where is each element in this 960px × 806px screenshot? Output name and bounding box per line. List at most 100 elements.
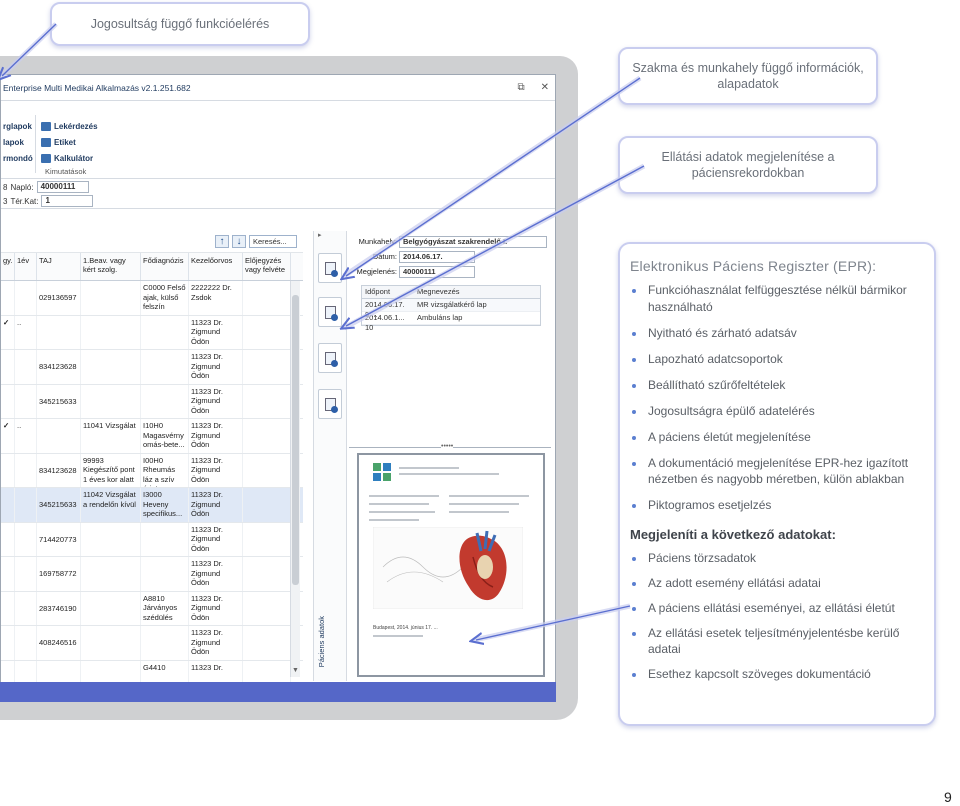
row-check-icon [1, 488, 15, 522]
table-row[interactable]: ✓.. 11323 Dr. Zigmund Ödön [1, 315, 303, 350]
scrollbar-thumb[interactable] [292, 295, 299, 585]
col-header[interactable]: Megnevezés [414, 286, 540, 298]
diag-cell [141, 522, 189, 556]
panel-splitter[interactable]: ••••• [349, 443, 551, 450]
grid-vertical-scrollbar[interactable]: ▼ [290, 281, 300, 677]
beav-cell: 99993 Kiegészítő pont 1 éves kor alatt [81, 453, 141, 487]
terkat-field[interactable]: 1 [41, 195, 94, 207]
horizontal-scrollbar[interactable] [0, 682, 556, 702]
feature-item: A dokumentáció megjelenítése EPR-hez iga… [630, 455, 924, 488]
event-name: MR vizsgálatkérő lap [417, 300, 487, 309]
ribbon-button-lekerdezes[interactable]: Lekérdezés [41, 119, 98, 135]
query-icon [41, 122, 51, 132]
eloj-cell [243, 453, 291, 487]
table-row[interactable]: 029136597 C0000 Felső ajak, külső felszín… [1, 281, 303, 316]
feature-item: A páciens életút megjelenítése [630, 429, 924, 446]
col-header[interactable]: Kezelőorvos [189, 253, 243, 280]
taj-cell: 169758772 [37, 557, 81, 591]
table-row[interactable]: 345215633 11042 Vizsgálat a rendelőn kívü… [1, 488, 303, 523]
ribbon-group-label: Kimutatások [45, 167, 87, 176]
table-row[interactable]: 345215633 11323 Dr. Zigmund Ödön [1, 384, 303, 419]
ribbon-button-etiket[interactable]: Etiket [41, 135, 98, 151]
maximize-icon[interactable]: ⧉ [517, 82, 524, 93]
events-table: Időpont Megnevezés 2014.06.17. 9:... MR … [361, 285, 541, 332]
patient-record-tab-icon[interactable] [318, 253, 342, 283]
col-header[interactable]: Előjegyzés vagy felvéte [243, 253, 291, 280]
feature-item: Funkcióhasználat felfüggesztése nélkül b… [630, 282, 924, 315]
beav-cell [81, 591, 141, 625]
patient-grid: ↑ ↓ Keresés... gy. 1év TAJ 1.Beav. vagy … [1, 231, 303, 695]
eloj-cell [243, 350, 291, 384]
eloj-cell [243, 557, 291, 591]
collapse-icon[interactable]: ▸ [318, 231, 322, 239]
orvos-cell: 11323 Dr. Zigmund Ödön [189, 350, 243, 384]
table-row[interactable]: 834123628 99993 Kiegészítő pont 1 éves ko… [1, 453, 303, 488]
orvos-cell: 11323 Dr. Zigmund Ödön [189, 522, 243, 556]
ribbon-item[interactable]: rmondó [3, 151, 33, 167]
scroll-down-icon[interactable]: ▼ [291, 667, 300, 677]
event-row[interactable]: 2014.06.1... 10 Ambuláns lap [362, 312, 540, 332]
event-row[interactable]: 2014.06.17. 9:... MR vizsgálatkérő lap [362, 299, 540, 319]
grid-header: gy. 1év TAJ 1.Beav. vagy kért szolg. Főd… [1, 253, 303, 281]
row-mark: .. [15, 315, 37, 349]
side-strip-label[interactable]: Páciens adatok [317, 616, 326, 667]
row-mark [15, 281, 37, 315]
row-check-icon [1, 591, 15, 625]
grid-search-input[interactable]: Keresés... [249, 235, 297, 248]
megjelenes-value: 40000111 [399, 265, 475, 278]
col-header[interactable]: Időpont [362, 286, 414, 298]
beav-cell [81, 350, 141, 384]
text-document-tab-icon[interactable] [318, 389, 342, 419]
ribbon-item[interactable]: rglapok [3, 119, 33, 135]
callout-permission-access: Jogosultság függő funkcióelérés [50, 2, 310, 46]
col-header[interactable]: gy. [1, 253, 15, 280]
history-document-tab-icon[interactable] [318, 343, 342, 373]
terkat-label: Tér.Kat: [10, 196, 39, 206]
col-header[interactable]: TAJ [37, 253, 81, 280]
close-icon[interactable]: ✕ [541, 82, 549, 93]
row-mark [15, 626, 37, 660]
naplo-field[interactable]: 40000111 [36, 181, 89, 193]
info-document-tab-icon[interactable] [318, 297, 342, 327]
beav-cell: 11042 Vizsgálat a rendelőn kívül [81, 488, 141, 522]
arrow-down-icon[interactable]: ↓ [232, 235, 246, 248]
beav-cell [81, 557, 141, 591]
orvos-cell: 11323 Dr. Zigmund Ödön [189, 384, 243, 418]
taj-cell: 345215633 [37, 488, 81, 522]
ribbon-item[interactable]: lapok [3, 135, 33, 151]
eloj-cell [243, 626, 291, 660]
row-mark [15, 384, 37, 418]
orvos-cell: 11323 Dr. Zigmund Ödön [189, 315, 243, 349]
feature-item: Lapozható adatcsoportok [630, 351, 924, 368]
window-title: Enterprise Multi Medikai Alkalmazás v2.1… [3, 82, 191, 93]
beav-cell: 11041 Vizsgálat [81, 419, 141, 453]
beav-cell [81, 522, 141, 556]
diag-cell [141, 315, 189, 349]
shows-item: A páciens ellátási eseményei, az ellátás… [630, 600, 924, 617]
table-row[interactable]: 169758772 11323 Dr. Zigmund Ödön [1, 557, 303, 592]
feature-item: Jogosultságra épülő adatelérés [630, 403, 924, 420]
table-row[interactable]: 714420773 11323 Dr. Zigmund Ödön [1, 522, 303, 557]
title-bar: Enterprise Multi Medikai Alkalmazás v2.1… [1, 75, 555, 101]
col-header[interactable]: 1év [15, 253, 37, 280]
row-check-icon [1, 522, 15, 556]
ribbon: rglapok lapok rmondó Lekérdezés Etiket K… [1, 101, 555, 179]
epr-feature-list: Funkcióhasználat felfüggesztése nélkül b… [630, 282, 924, 514]
eloj-cell [243, 419, 291, 453]
col-header[interactable]: 1.Beav. vagy kért szolg. [81, 253, 141, 280]
table-row[interactable]: 408246516 11323 Dr. Zigmund Ödön [1, 626, 303, 661]
page-number: 9 [944, 789, 952, 805]
table-row[interactable]: 283746190 A8810 Járványos szédülés 11323 D… [1, 591, 303, 626]
arrow-up-icon[interactable]: ↑ [215, 235, 229, 248]
ribbon-button-kalkulator[interactable]: Kalkulátor [41, 151, 98, 167]
row-check-icon: ✓ [1, 315, 15, 349]
table-row[interactable]: ✓.. 11041 Vizsgálat I10H0 Magasvérny omás-… [1, 419, 303, 454]
col-header[interactable]: Fődiagnózis [141, 253, 189, 280]
datum-label: Dátum: [372, 252, 397, 261]
diag-cell: I3000 Heveny specifikus... [141, 488, 189, 522]
row-mark [15, 557, 37, 591]
feature-item: Nyitható és zárható adatsáv [630, 325, 924, 342]
beav-cell [81, 626, 141, 660]
document-preview[interactable]: Budapest, 2014. június 17. ... [357, 453, 545, 677]
table-row[interactable]: 834123628 11323 Dr. Zigmund Ödön [1, 350, 303, 385]
